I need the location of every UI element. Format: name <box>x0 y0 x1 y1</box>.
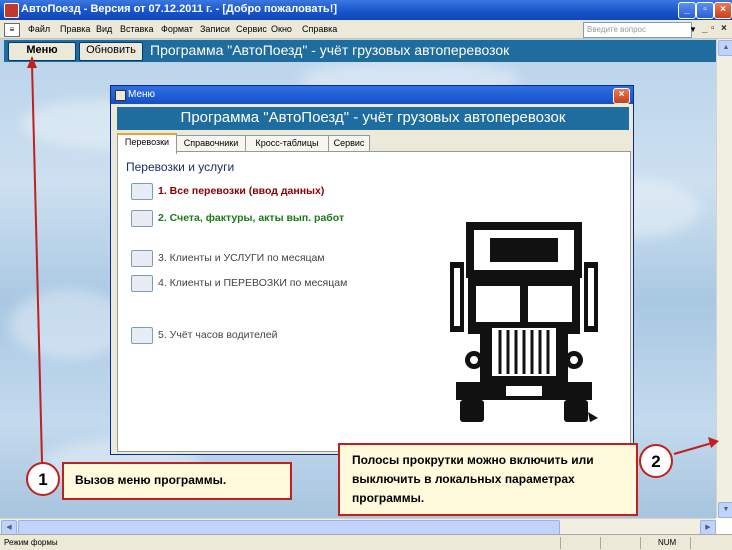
tab-transport[interactable]: Перевозки <box>117 133 177 154</box>
callout-1-text: Вызов меню программы. <box>62 462 292 500</box>
callout-1-number: 1 <box>26 462 60 496</box>
callout-2-text: Полосы прокрутки можно включить или выкл… <box>338 443 638 516</box>
arrow-1-head <box>27 56 37 68</box>
arrow-2-line <box>673 442 713 455</box>
arrow-1-line <box>31 63 43 463</box>
arrow-2-head <box>708 437 719 448</box>
callout-2-number: 2 <box>639 444 673 478</box>
